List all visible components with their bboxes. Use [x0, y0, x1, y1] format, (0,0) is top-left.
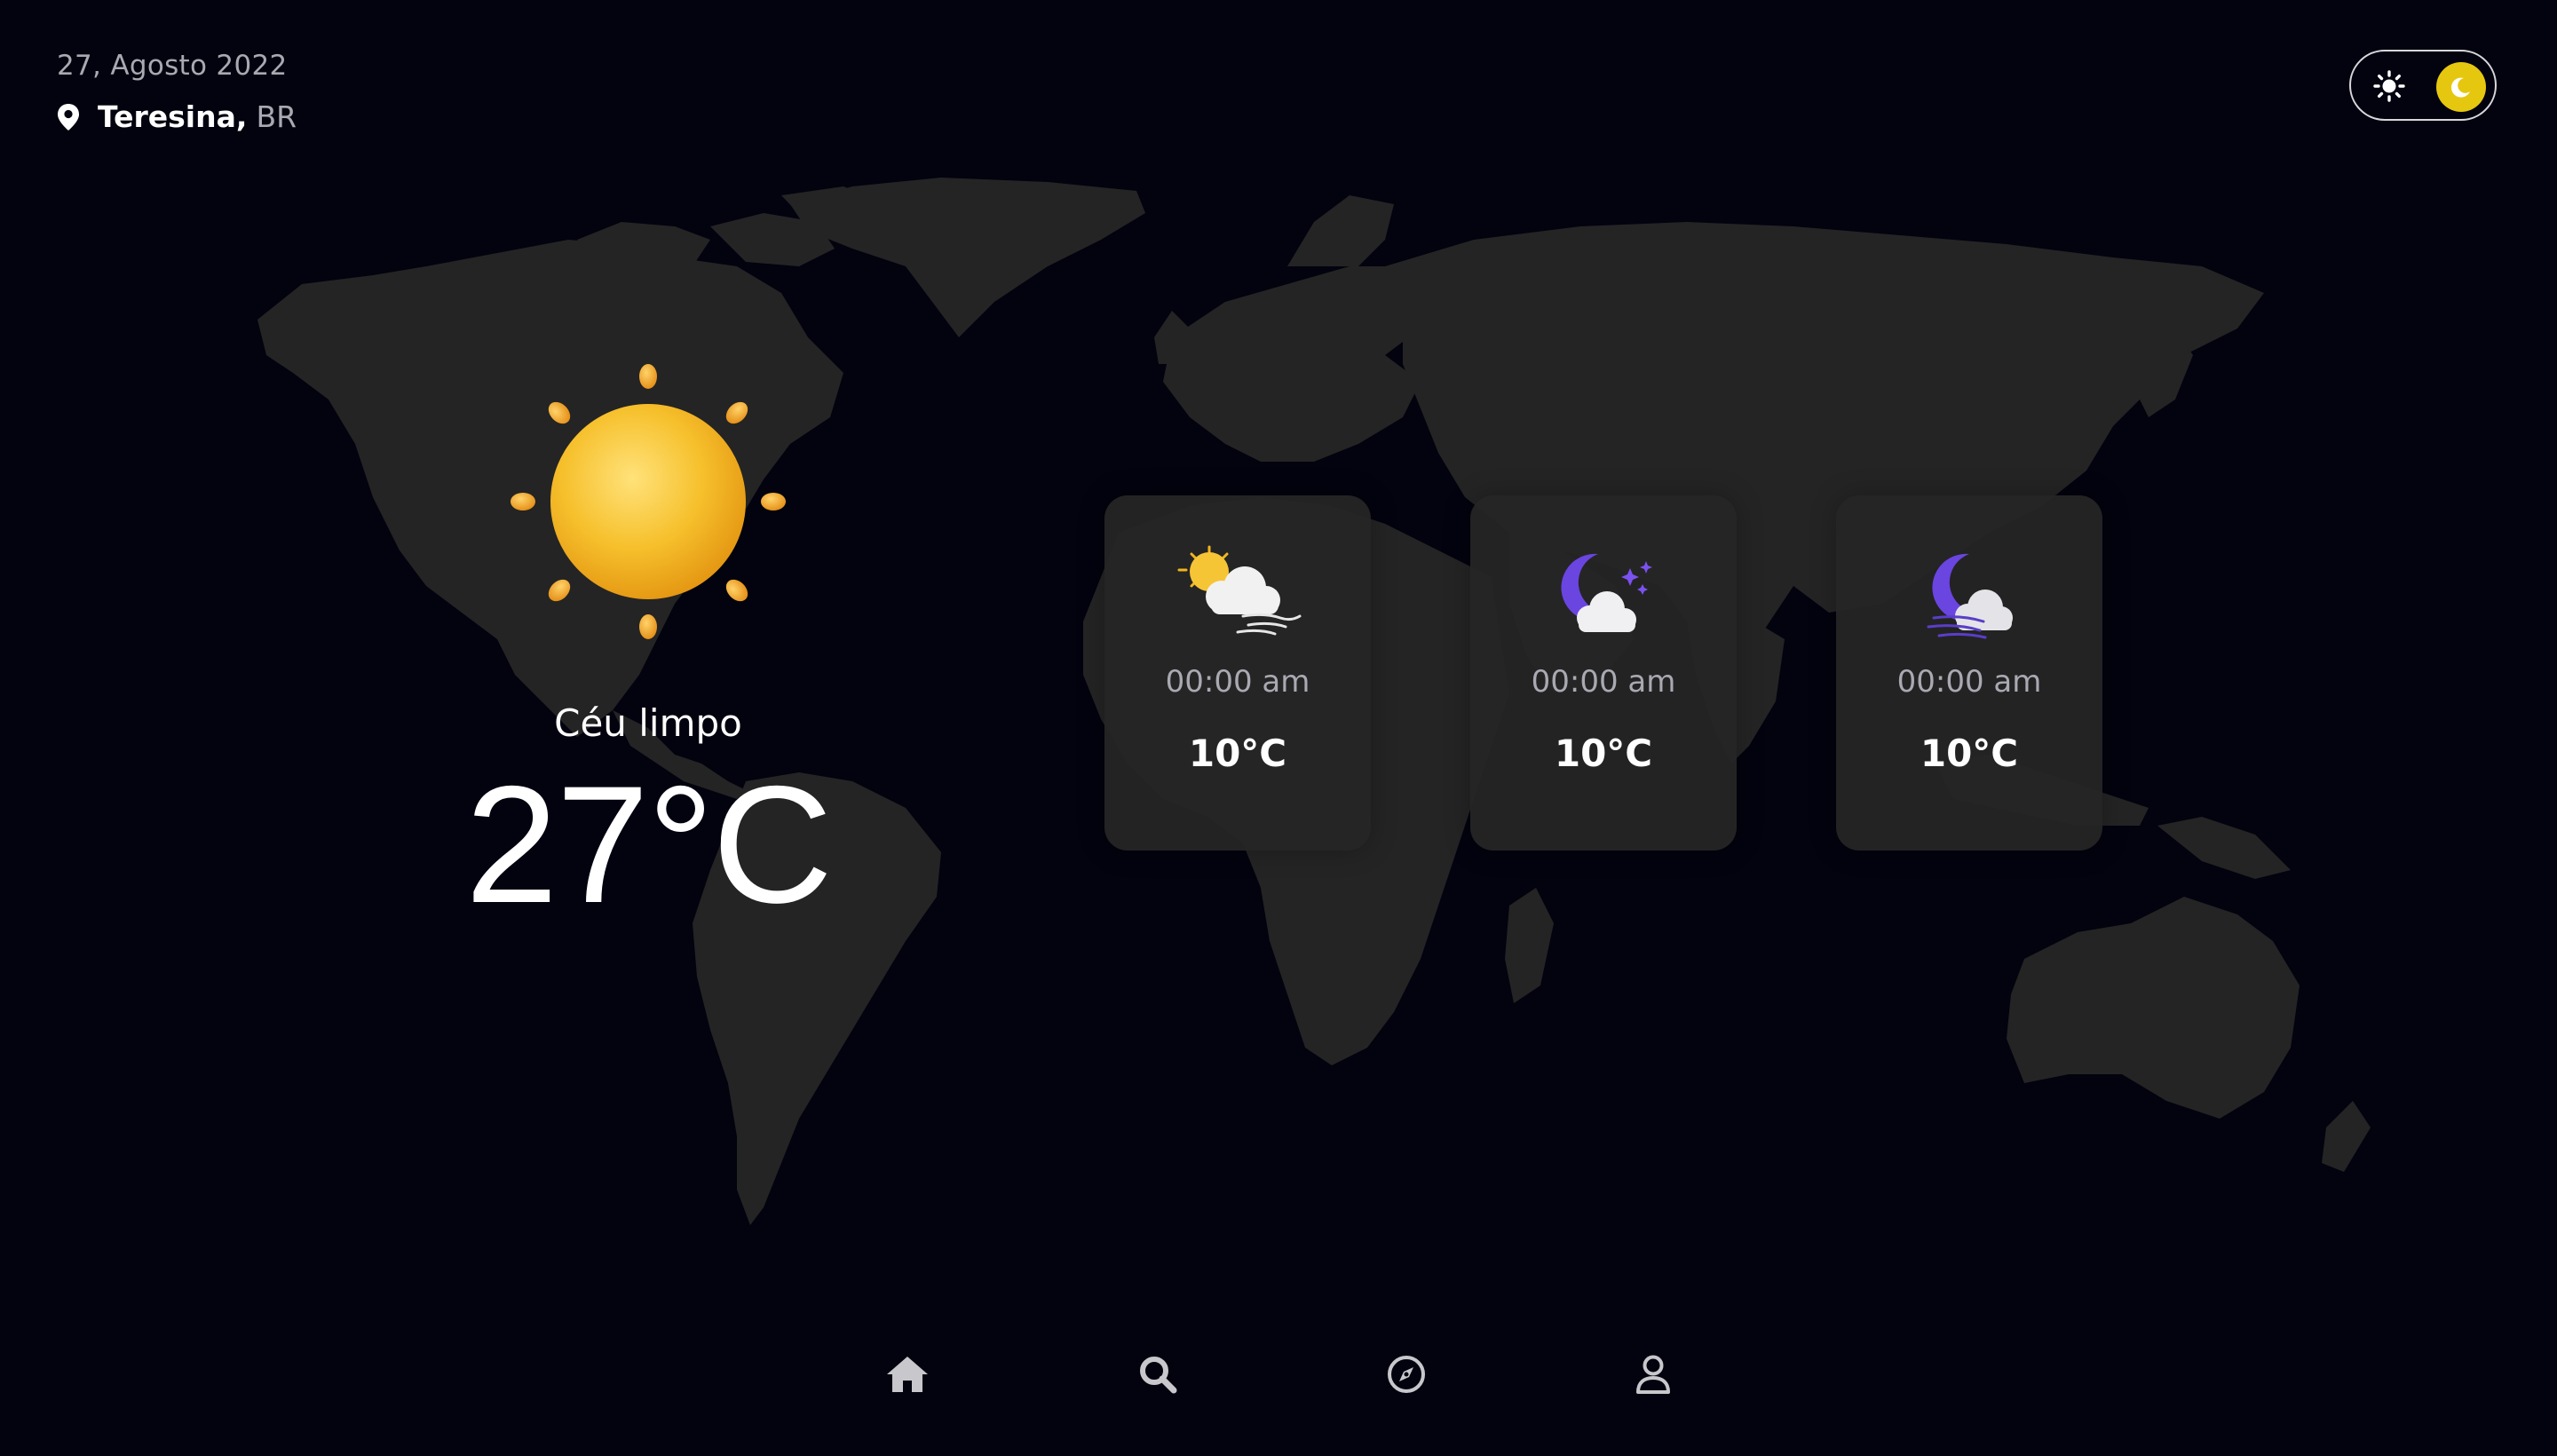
bottom-navigation [0, 1349, 2557, 1403]
moon-cloud-stars-icon [1561, 553, 1652, 632]
sun-icon [2371, 67, 2408, 105]
forecast-card[interactable]: 00:00 am 10°C [1104, 495, 1371, 851]
forecast-time: 00:00 am [1896, 664, 2042, 700]
forecast-temperature: 10°C [1554, 732, 1653, 775]
user-icon[interactable] [1628, 1349, 1678, 1399]
theme-toggle[interactable] [2349, 50, 2497, 121]
forecast-time: 00:00 am [1531, 664, 1676, 700]
sun-icon [511, 364, 786, 639]
current-temperature: 27°C [464, 751, 833, 938]
current-weather: Céu limpo 27°C [382, 355, 914, 928]
search-icon[interactable] [1133, 1349, 1183, 1399]
forecast-card[interactable]: 00:00 am 10°C [1836, 495, 2102, 851]
forecast-card[interactable]: 00:00 am 10°C [1470, 495, 1737, 851]
location-separator: , [235, 99, 248, 134]
moon-cloud-wind-icon [1927, 553, 2013, 639]
date-label: 27, Agosto 2022 [57, 50, 288, 82]
forecast-temperature: 10°C [1188, 732, 1287, 775]
weather-condition: Céu limpo [554, 701, 742, 745]
forecast-time: 00:00 am [1165, 664, 1310, 700]
forecast-temperature: 10°C [1920, 732, 2019, 775]
sun-behind-cloud-wind-icon [1177, 545, 1302, 636]
country-code: BR [256, 99, 297, 134]
moon-icon [2450, 77, 2470, 98]
toggle-knob[interactable] [2436, 62, 2486, 112]
header: 27, Agosto 2022 Teresina , BR [57, 50, 297, 134]
map-pin-icon [57, 103, 80, 131]
home-icon[interactable] [883, 1349, 932, 1399]
city-name: Teresina [98, 99, 236, 134]
location: Teresina , BR [57, 99, 297, 134]
compass-icon[interactable] [1381, 1349, 1431, 1399]
